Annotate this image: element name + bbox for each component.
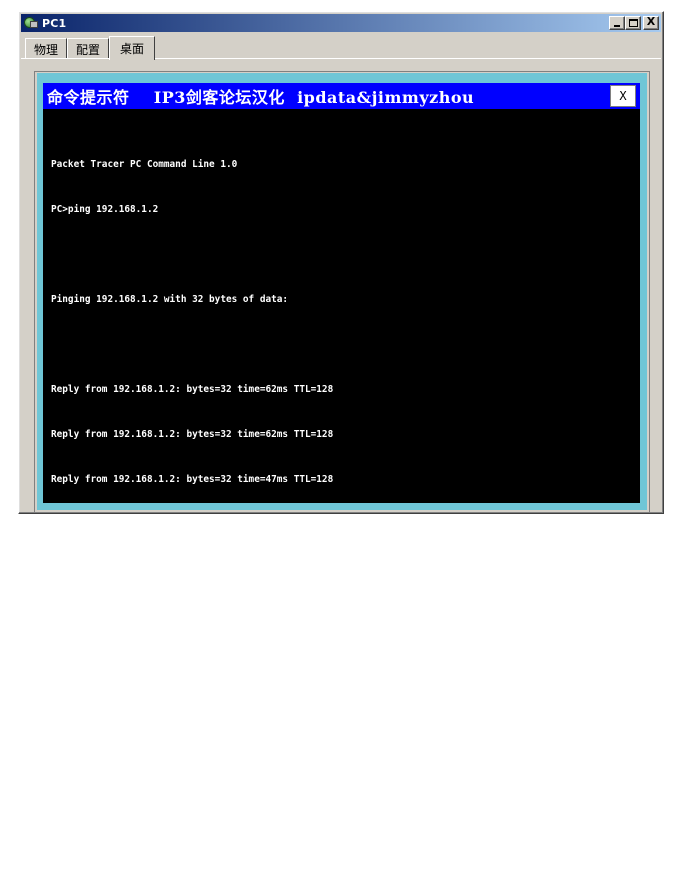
terminal-line: Reply from 192.168.1.2: bytes=32 time=62… [51,519,334,530]
maximize-icon [629,19,638,27]
terminal-line: Reply from 192.168.1.2: bytes=32 time=47… [51,474,334,485]
desktop-panel: 命令提示符 IP3剑客论坛汉化 ipdata&jimmyzhou X Packe… [34,71,650,845]
terminal-line: Packets: Sent = 4, Received = 4, Lost = … [51,654,368,665]
terminal-line: Approximate round trip times in milli-se… [51,699,311,710]
command-prompt-title: 命令提示符 IP3剑客论坛汉化 ipdata&jimmyzhou [47,88,475,107]
terminal-prompt[interactable]: PC> [51,832,631,847]
tab-config[interactable]: 配置 [67,38,110,59]
desktop-background: 命令提示符 IP3剑客论坛汉化 ipdata&jimmyzhou X Packe… [37,73,647,845]
window-titlebar[interactable]: PC1 X [21,14,661,32]
terminal-line: Reply from 192.168.1.2: bytes=32 time=62… [51,429,334,440]
terminal-line: Packet Tracer PC Command Line 1.0 [51,159,238,170]
terminal-line: Ping statistics for 192.168.1.2: [51,609,232,620]
minimize-button[interactable] [609,16,625,30]
close-icon: X [646,15,656,28]
command-prompt-header: 命令提示符 IP3剑客论坛汉化 ipdata&jimmyzhou X [43,83,640,109]
close-button[interactable]: X [643,15,659,30]
packet-tracer-pc-icon [24,16,38,30]
maximize-button[interactable] [625,16,641,30]
tab-strip: 物理 配置 桌面 [25,34,156,60]
window-title: PC1 [42,16,67,30]
terminal-line: PC>ping 192.168.1.2 [51,204,159,215]
command-prompt-window[interactable]: 命令提示符 IP3剑客论坛汉化 ipdata&jimmyzhou X Packe… [43,83,640,845]
terminal-output[interactable]: Packet Tracer PC Command Line 1.0 PC>pin… [51,127,631,877]
pc1-window: PC1 X 物理 配置 桌面 命令提示符 IP3剑客论坛汉化 ipdata&ji… [18,11,664,845]
terminal-line: Reply from 192.168.1.2: bytes=32 time=62… [51,384,334,395]
tab-physical[interactable]: 物理 [25,38,68,59]
terminal-line: Minimum = 47ms, Maximum = 62ms, Average … [51,744,334,755]
tab-desktop[interactable]: 桌面 [109,36,156,60]
window-controls: X [609,15,659,30]
terminal-line: Pinging 192.168.1.2 with 32 bytes of dat… [51,294,289,305]
minimize-icon [614,25,620,27]
command-prompt-close-button[interactable]: X [610,85,636,107]
